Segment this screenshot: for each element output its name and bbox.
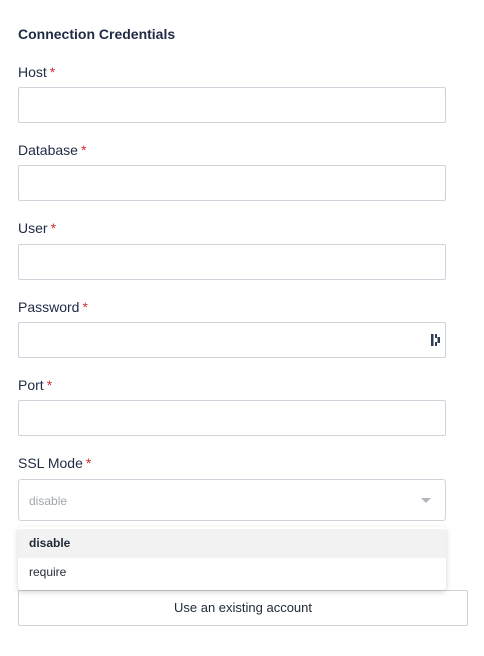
password-input[interactable] — [18, 322, 446, 358]
user-label: User * — [18, 220, 56, 236]
host-label-text: Host — [18, 64, 47, 80]
port-label: Port * — [18, 377, 52, 393]
required-marker: * — [49, 64, 56, 80]
required-marker: * — [82, 299, 88, 315]
ssl-mode-dropdown: disable require — [18, 527, 446, 590]
ssl-mode-selected-value: disable — [29, 494, 68, 508]
section-title: Connection Credentials — [18, 26, 176, 42]
required-marker: * — [46, 377, 53, 393]
ssl-mode-select[interactable]: disable — [18, 479, 446, 521]
ssl-mode-label: SSL Mode * — [18, 455, 91, 471]
database-input[interactable] — [18, 165, 446, 201]
host-label: Host * — [18, 64, 55, 80]
database-label-text: Database — [18, 142, 78, 158]
password-label-text: Password — [18, 299, 80, 315]
use-existing-account-button[interactable]: Use an existing account — [18, 590, 468, 626]
required-marker: * — [80, 142, 87, 158]
password-label: Password * — [18, 299, 88, 315]
ssl-option-require[interactable]: require — [18, 558, 446, 587]
required-marker: * — [85, 455, 92, 471]
port-input[interactable] — [18, 400, 446, 436]
host-input[interactable] — [18, 87, 446, 123]
port-label-text: Port — [18, 377, 44, 393]
database-label: Database * — [18, 142, 86, 158]
user-label-text: User — [18, 220, 48, 236]
ssl-option-disable[interactable]: disable — [18, 529, 446, 558]
user-input[interactable] — [18, 244, 446, 280]
required-marker: * — [50, 220, 57, 236]
password-manager-icon[interactable] — [430, 333, 442, 347]
ssl-mode-label-text: SSL Mode — [18, 455, 83, 471]
chevron-down-icon — [421, 498, 431, 503]
